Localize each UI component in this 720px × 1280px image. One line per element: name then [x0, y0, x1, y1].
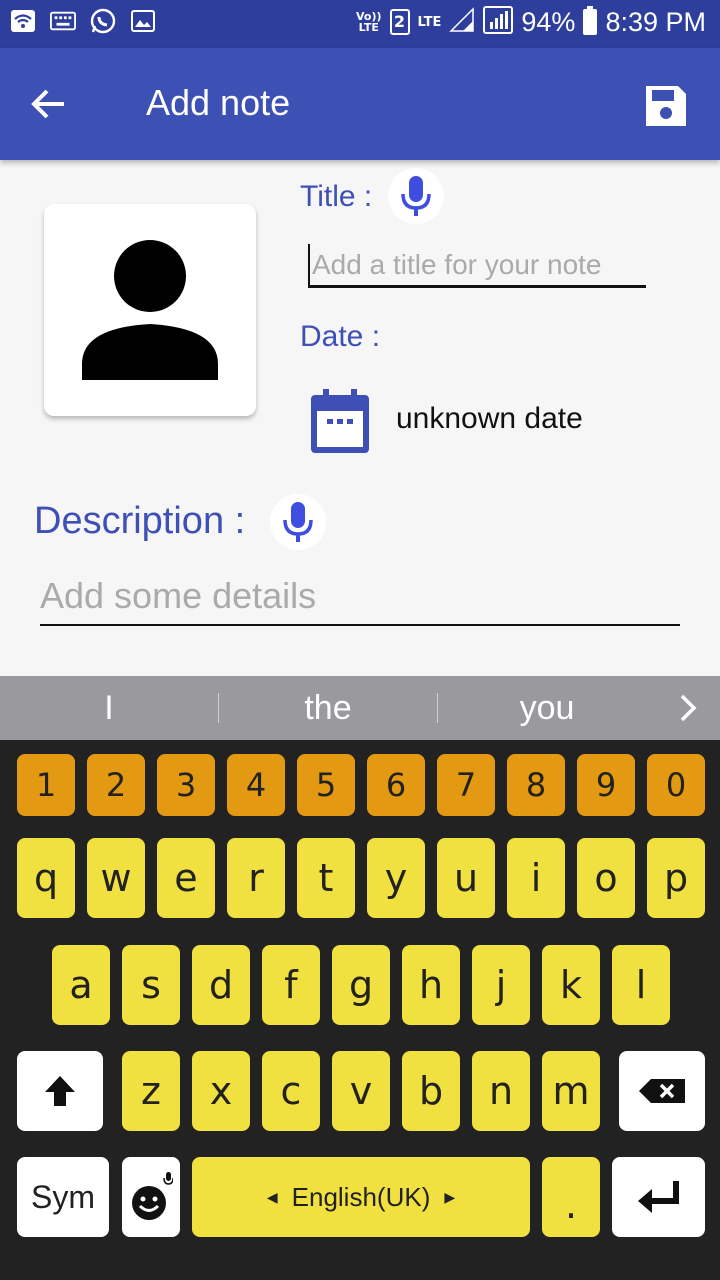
chevron-right-icon: [680, 694, 697, 722]
network-type: LTE: [417, 14, 442, 30]
suggestion-1[interactable]: I: [0, 676, 218, 740]
suggestion-3[interactable]: you: [438, 676, 656, 740]
backspace-key[interactable]: [619, 1051, 705, 1131]
suggestion-bar: I the you: [0, 676, 720, 740]
key-2[interactable]: 2: [87, 754, 145, 816]
key-f[interactable]: f: [262, 945, 320, 1025]
save-button[interactable]: [636, 76, 696, 136]
enter-key[interactable]: [612, 1157, 705, 1237]
key-x[interactable]: x: [192, 1051, 250, 1131]
notification-icons: [10, 8, 156, 34]
space-key[interactable]: ◀ English(UK) ▶: [192, 1157, 530, 1237]
clock: 8:39 PM: [605, 6, 706, 37]
date-picker-button[interactable]: [306, 388, 374, 456]
key-d[interactable]: d: [192, 945, 250, 1025]
enter-icon: [637, 1181, 679, 1213]
suggestion-2[interactable]: the: [219, 676, 437, 740]
period-key[interactable]: .: [542, 1157, 600, 1237]
title-input[interactable]: [308, 244, 646, 288]
microphone-icon: [401, 176, 431, 216]
sim-indicator: 2: [389, 9, 410, 35]
key-t[interactable]: t: [297, 838, 355, 918]
emoji-icon: [132, 1172, 173, 1220]
signal-icon: [449, 7, 475, 37]
key-k[interactable]: k: [542, 945, 600, 1025]
key-y[interactable]: y: [367, 838, 425, 918]
shift-key[interactable]: [17, 1051, 103, 1131]
description-voice-button[interactable]: [270, 494, 326, 550]
language-right-arrow-icon: ▶: [444, 1188, 456, 1205]
key-g[interactable]: g: [332, 945, 390, 1025]
emoji-key[interactable]: [122, 1157, 180, 1237]
key-p[interactable]: p: [647, 838, 705, 918]
photo-picker[interactable]: [44, 204, 256, 416]
key-4[interactable]: 4: [227, 754, 285, 816]
more-suggestions-button[interactable]: [656, 676, 720, 740]
shift-arrow-icon: [45, 1076, 75, 1106]
page-title: Add note: [146, 82, 291, 123]
battery-icon: [583, 6, 598, 35]
key-n[interactable]: n: [472, 1051, 530, 1131]
space-language-label: English(UK): [291, 1181, 431, 1212]
key-q[interactable]: q: [17, 838, 75, 918]
title-voice-button[interactable]: [388, 168, 444, 224]
key-6[interactable]: 6: [367, 754, 425, 816]
key-o[interactable]: o: [577, 838, 635, 918]
date-value[interactable]: unknown date: [396, 402, 583, 436]
title-label: Title :: [300, 180, 373, 213]
date-label: Date :: [300, 320, 381, 353]
key-v[interactable]: v: [332, 1051, 390, 1131]
backspace-icon: [639, 1079, 685, 1103]
person-icon: [82, 240, 218, 380]
keyboard-icon: [50, 8, 76, 34]
app-bar: Add note: [0, 48, 720, 160]
key-m[interactable]: m: [542, 1051, 600, 1131]
save-icon: [646, 86, 686, 126]
key-8[interactable]: 8: [507, 754, 565, 816]
whatsapp-icon: [90, 8, 116, 34]
key-5[interactable]: 5: [297, 754, 355, 816]
keyboard: 1 2 3 4 5 6 7 8 9 0 q w e r t y u i o p …: [0, 740, 720, 1280]
wifi-icon: [10, 8, 36, 34]
key-r[interactable]: r: [227, 838, 285, 918]
key-s[interactable]: s: [122, 945, 180, 1025]
calendar-icon: [311, 389, 369, 453]
key-7[interactable]: 7: [437, 754, 495, 816]
key-e[interactable]: e: [157, 838, 215, 918]
key-j[interactable]: j: [472, 945, 530, 1025]
key-u[interactable]: u: [437, 838, 495, 918]
key-9[interactable]: 9: [577, 754, 635, 816]
symbols-key[interactable]: Sym: [17, 1157, 109, 1237]
description-input[interactable]: [40, 568, 680, 626]
key-i[interactable]: i: [507, 838, 565, 918]
signal-icon-2: [483, 6, 514, 38]
key-w[interactable]: w: [87, 838, 145, 918]
battery-percent: 94%: [521, 6, 576, 37]
image-icon: [130, 8, 156, 34]
key-0[interactable]: 0: [647, 754, 705, 816]
volte-indicator: Vo)) LTE: [355, 10, 382, 34]
key-1[interactable]: 1: [17, 754, 75, 816]
status-bar: Vo)) LTE 2 LTE 94% 8:39 PM: [0, 0, 720, 48]
language-left-arrow-icon: ◀: [266, 1188, 278, 1205]
back-button[interactable]: [24, 80, 72, 128]
arrow-back-icon: [31, 89, 64, 119]
key-b[interactable]: b: [402, 1051, 460, 1131]
key-l[interactable]: l: [612, 945, 670, 1025]
key-a[interactable]: a: [52, 945, 110, 1025]
key-h[interactable]: h: [402, 945, 460, 1025]
key-c[interactable]: c: [262, 1051, 320, 1131]
key-z[interactable]: z: [122, 1051, 180, 1131]
description-label: Description :: [34, 500, 246, 542]
system-status: Vo)) LTE 2 LTE 94% 8:39 PM: [356, 6, 706, 38]
key-3[interactable]: 3: [157, 754, 215, 816]
microphone-icon: [283, 502, 313, 542]
